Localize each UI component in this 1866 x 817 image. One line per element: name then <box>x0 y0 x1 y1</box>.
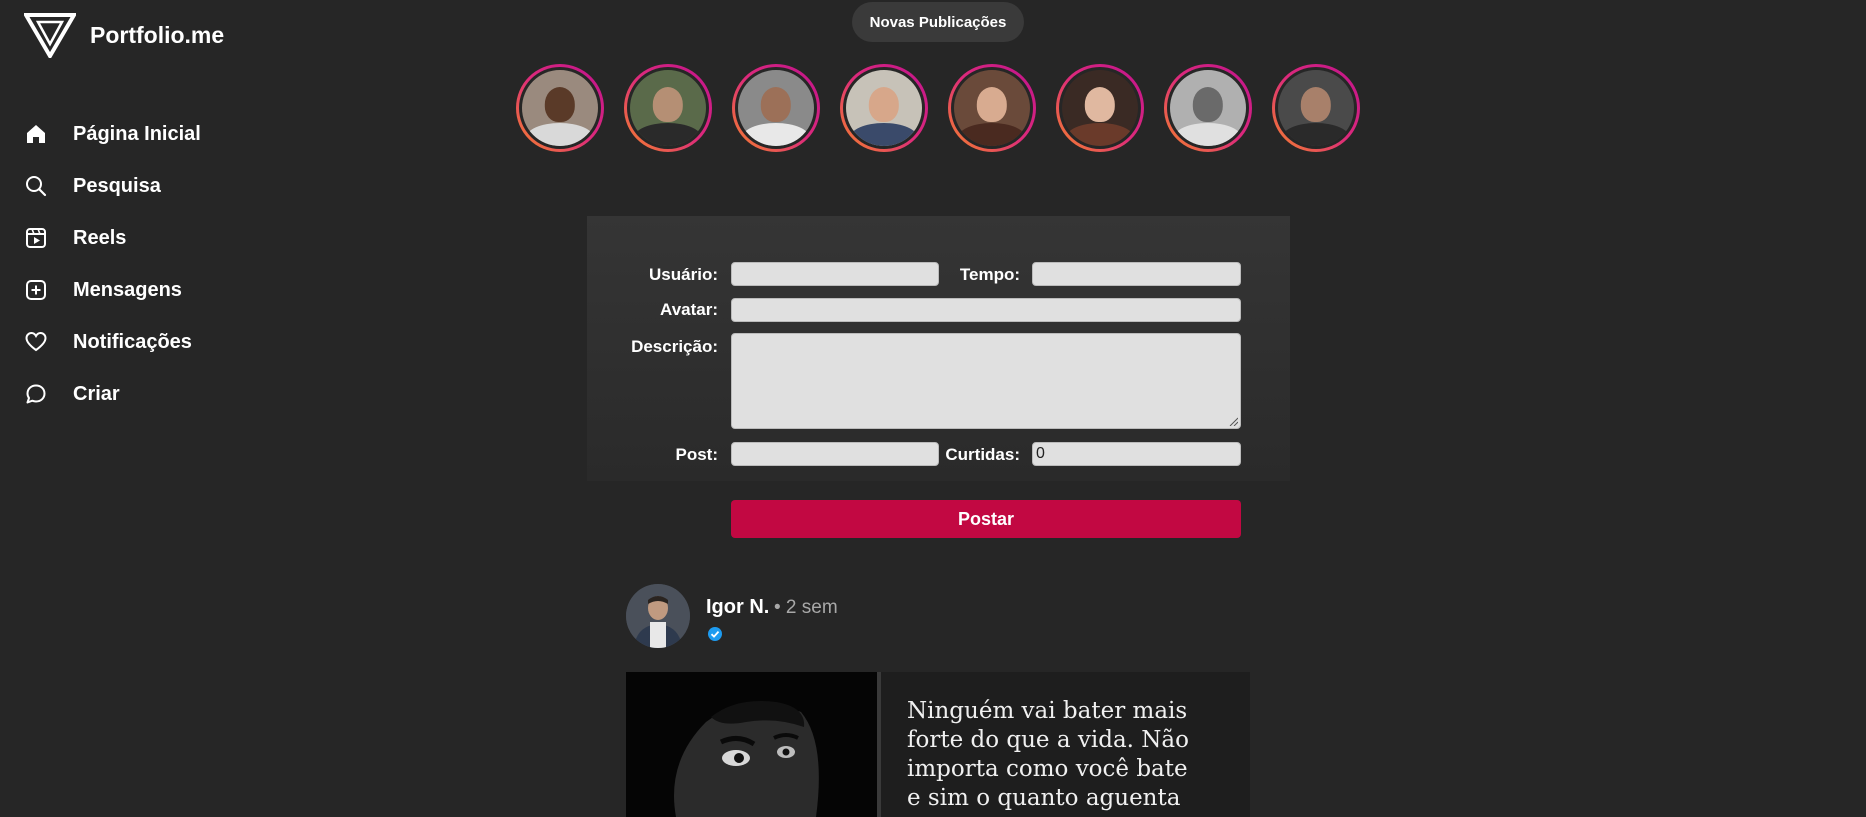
plus-square-icon <box>24 278 48 302</box>
chat-bubble-icon <box>24 382 48 406</box>
post-quote: Ninguém vai bater mais forte do que a vi… <box>907 698 1189 811</box>
story-avatar[interactable] <box>948 64 1036 152</box>
stories-row <box>516 64 1380 152</box>
post-label: Post: <box>675 445 719 464</box>
avatar-label: Avatar: <box>660 300 718 319</box>
sidebar-item-label: Mensagens <box>73 278 182 301</box>
sidebar-item-label: Reels <box>73 226 127 249</box>
resize-grip-icon[interactable] <box>1228 416 1238 426</box>
story-avatar[interactable] <box>1164 64 1252 152</box>
home-icon <box>24 122 48 146</box>
descricao-textarea[interactable] <box>731 333 1241 429</box>
story-avatar[interactable] <box>840 64 928 152</box>
story-avatar[interactable] <box>1056 64 1144 152</box>
sidebar-nav: Página Inicial Pesquisa Reels Mensagens … <box>24 108 201 420</box>
new-posts-button[interactable]: Novas Publicações <box>852 2 1024 42</box>
curtidas-label: Curtidas: <box>945 445 1020 464</box>
post-input[interactable] <box>731 442 939 466</box>
sidebar-item-search[interactable]: Pesquisa <box>24 160 201 212</box>
postar-button[interactable]: Postar <box>731 500 1241 538</box>
sidebar-item-notifications[interactable]: Notificações <box>24 316 201 368</box>
story-avatar[interactable] <box>1272 64 1360 152</box>
sidebar-item-create[interactable]: Criar <box>24 368 201 420</box>
sidebar-item-label: Pesquisa <box>73 174 161 197</box>
triangle-logo-icon <box>24 13 76 58</box>
tempo-label: Tempo: <box>959 265 1020 284</box>
post-author-avatar[interactable] <box>626 584 690 648</box>
reels-icon <box>24 226 48 250</box>
sidebar-item-label: Criar <box>73 382 120 405</box>
tempo-input[interactable] <box>1032 262 1241 286</box>
curtidas-input[interactable] <box>1032 442 1241 466</box>
search-icon <box>24 174 48 198</box>
usuario-label: Usuário: <box>649 265 718 284</box>
brand-logo[interactable]: Portfolio.me <box>24 12 224 58</box>
brand-name: Portfolio.me <box>90 21 225 48</box>
sidebar-item-label: Página Inicial <box>73 122 201 145</box>
descricao-label: Descrição: <box>631 337 718 356</box>
story-avatar[interactable] <box>516 64 604 152</box>
sidebar-item-reels[interactable]: Reels <box>24 212 201 264</box>
sidebar-item-messages[interactable]: Mensagens <box>24 264 201 316</box>
story-avatar[interactable] <box>624 64 712 152</box>
avatar-input[interactable] <box>731 298 1241 322</box>
post-photo <box>626 672 877 817</box>
post-author-name[interactable]: Igor N. <box>706 596 769 619</box>
story-avatar[interactable] <box>732 64 820 152</box>
usuario-input[interactable] <box>731 262 939 286</box>
sidebar-item-label: Notificações <box>73 330 192 353</box>
verified-badge-icon <box>708 627 722 641</box>
sidebar-item-home[interactable]: Página Inicial <box>24 108 201 160</box>
post-time: • 2 sem <box>774 597 838 618</box>
heart-icon <box>24 330 48 354</box>
